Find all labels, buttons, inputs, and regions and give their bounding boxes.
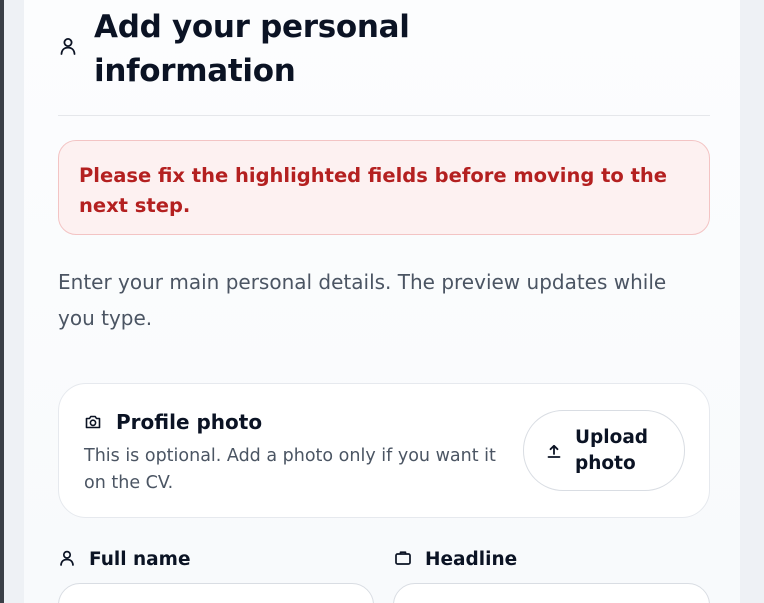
person-icon	[60, 38, 76, 55]
camera-icon	[85, 415, 101, 429]
full-name-input[interactable]	[58, 583, 374, 603]
profile-photo-card: Profile photo This is optional. Add a ph…	[58, 383, 710, 518]
headline-label: Headline	[394, 547, 694, 573]
error-message: Please fix the highlighted fields before…	[79, 164, 668, 217]
form-panel: Add your personal information Please fix…	[24, 0, 740, 603]
person-icon	[60, 550, 74, 566]
error-banner: Please fix the highlighted fields before…	[58, 140, 710, 235]
intro-text: Enter your main personal details. The pr…	[58, 270, 667, 330]
upload-photo-button[interactable]: Upload photo	[523, 410, 685, 491]
headline-input[interactable]	[393, 583, 710, 603]
right-margin	[740, 0, 764, 603]
left-margin	[4, 0, 24, 603]
profile-photo-description: This is optional. Add a photo only if yo…	[84, 446, 496, 493]
full-name-label: Full name	[58, 547, 358, 573]
page-title: Add your personal information	[94, 9, 410, 89]
upload-icon	[547, 444, 561, 458]
profile-photo-title: Profile photo	[116, 410, 263, 434]
step-header: Add your personal information	[58, 0, 710, 116]
full-name-label-text: Full name	[89, 549, 191, 570]
briefcase-icon	[395, 551, 411, 565]
headline-label-text: Headline	[425, 549, 518, 570]
upload-photo-label: Upload photo	[575, 427, 649, 474]
